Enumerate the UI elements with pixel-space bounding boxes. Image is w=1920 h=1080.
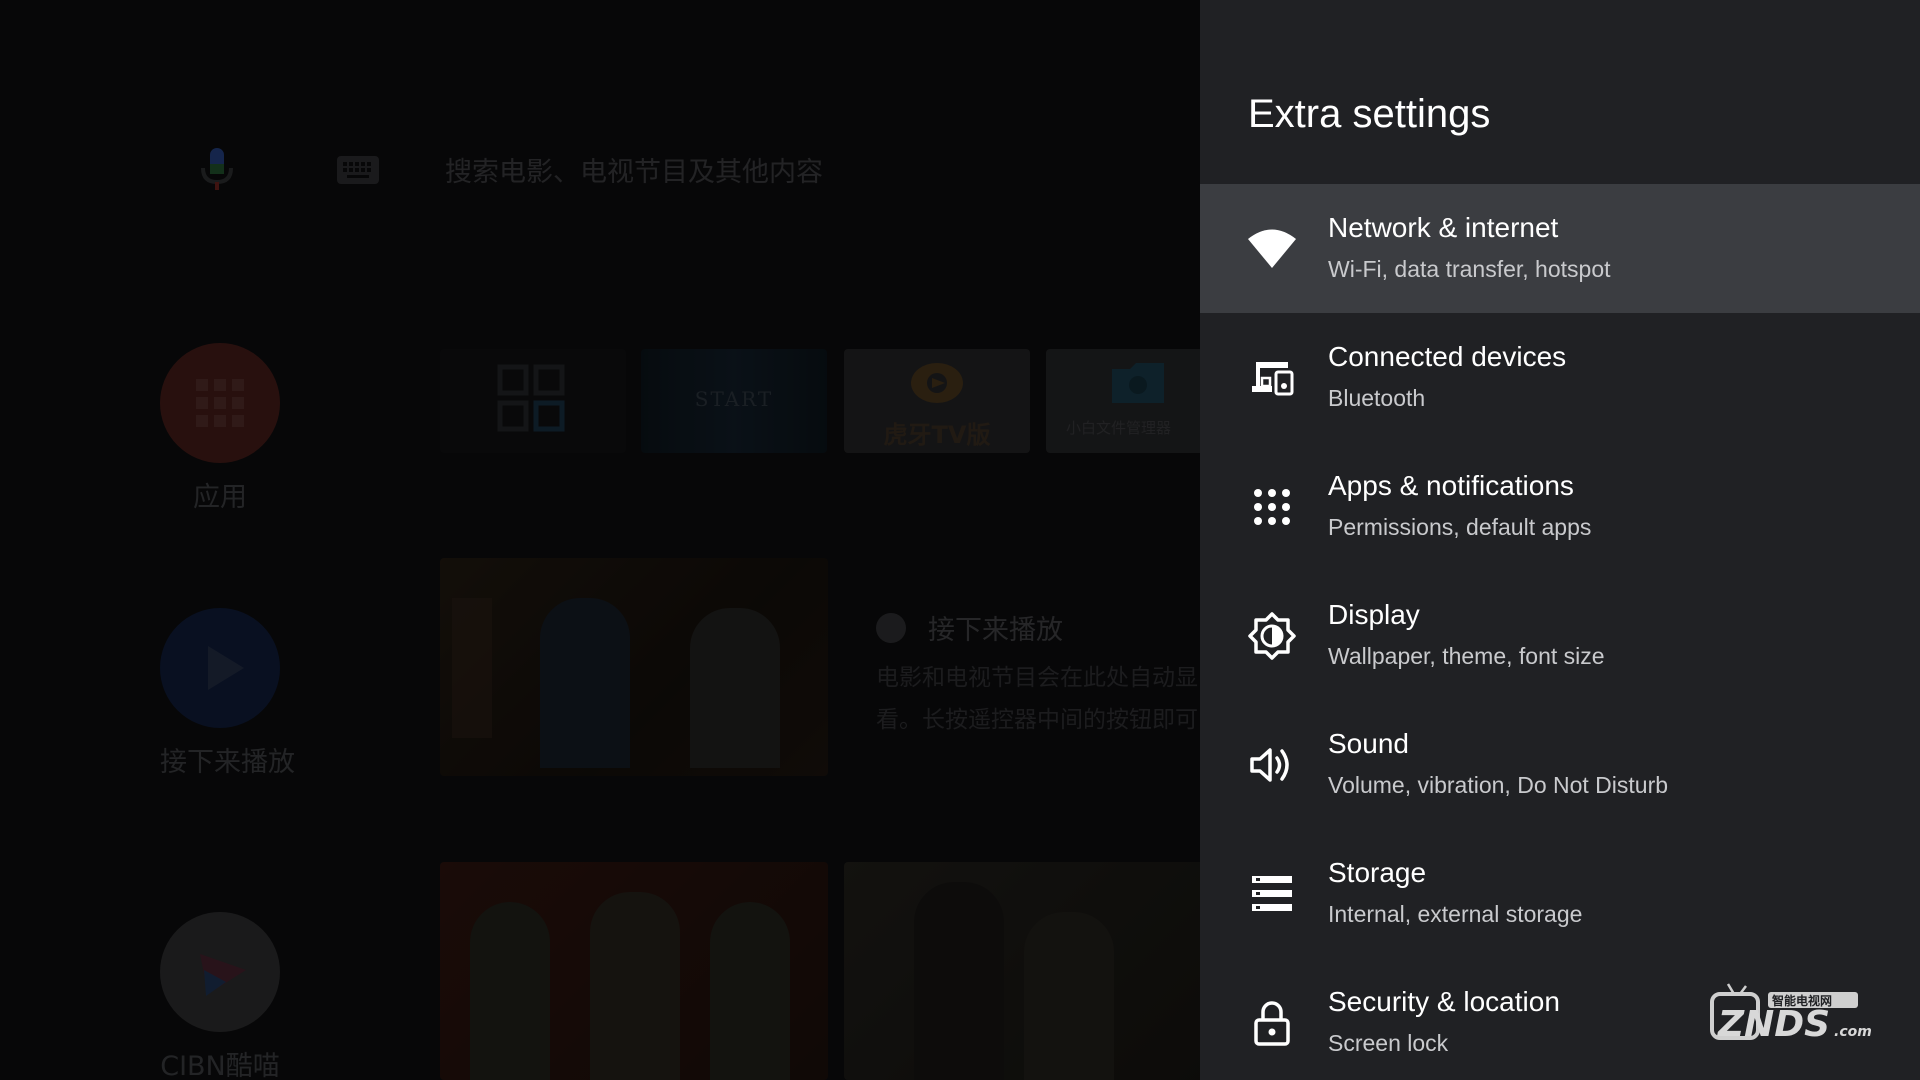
home-screen-background: 搜索电影、电视节目及其他内容 应用 接下来播放 CIBN酷喵 START 虎牙T… [0,0,1200,1080]
menu-item-apps-notifications[interactable]: Apps & notifications Permissions, defaul… [1200,442,1920,571]
menu-item-subtitle: Screen lock [1328,1030,1449,1056]
app-tile[interactable]: 虎牙TV版 [844,349,1030,453]
play-next-desc-line1: 电影和电视节目会在此处自动显 [876,665,1198,691]
menu-item-title: Network & internet [1328,212,1559,243]
menu-item-subtitle: Wallpaper, theme, font size [1328,643,1605,669]
menu-item-subtitle: Internal, external storage [1328,901,1583,927]
microphone-icon[interactable] [195,146,239,194]
menu-item-title: Storage [1328,857,1427,888]
menu-item-title: Apps & notifications [1328,470,1574,501]
play-next-title: 接下来播放 [928,615,1063,646]
speaker-icon [1246,739,1298,791]
cibn-logo-icon [160,912,280,1032]
menu-item-connected-devices[interactable]: Connected devices Bluetooth [1200,313,1920,442]
movie-poster[interactable] [440,558,828,776]
settings-menu: Network & internet Wi-Fi, data transfer,… [1200,184,1920,1080]
menu-item-subtitle: Wi-Fi, data transfer, hotspot [1328,256,1611,282]
movie-poster[interactable] [844,862,1200,1080]
grid-app-icon [497,364,565,432]
play-next-label: 接下来播放 [160,747,295,778]
lock-icon [1246,997,1298,1049]
movie-poster[interactable] [440,862,828,1080]
menu-item-display[interactable]: Display Wallpaper, theme, font size [1200,571,1920,700]
huya-logo-icon [911,363,963,403]
panel-title: Extra settings [1248,92,1491,136]
storage-icon [1246,868,1298,920]
menu-item-storage[interactable]: Storage Internal, external storage [1200,829,1920,958]
extra-settings-panel: Extra settings Network & internet Wi-Fi,… [1200,0,1920,1080]
cibn-label: CIBN酷喵 [160,1051,280,1080]
menu-item-title: Security & location [1328,986,1560,1017]
play-next-info: 接下来播放 电影和电视节目会在此处自动显 看。长按遥控器中间的按钮即可 [876,608,1200,741]
keyboard-icon[interactable] [337,156,379,184]
play-next-desc-line2: 看。长按遥控器中间的按钮即可 [876,707,1198,733]
watermark-suffix: .com [1834,1024,1872,1040]
file-manager-label: 小白文件管理器 [1066,419,1172,437]
menu-item-title: Sound [1328,728,1409,759]
folder-icon [1112,363,1164,403]
watermark-main: ZNDS [1717,1004,1830,1045]
cibn-app[interactable]: CIBN酷喵 [160,912,280,1080]
brightness-icon [1246,610,1298,662]
menu-item-sound[interactable]: Sound Volume, vibration, Do Not Disturb [1200,700,1920,829]
start-app-label: START [694,387,774,411]
menu-item-network[interactable]: Network & internet Wi-Fi, data transfer,… [1200,184,1920,313]
search-placeholder[interactable]: 搜索电影、电视节目及其他内容 [445,150,823,189]
menu-item-subtitle: Permissions, default apps [1328,514,1592,540]
app-tile[interactable]: 小白文件管理器 [1046,349,1200,453]
znds-watermark-logo: 智能电视网 ZNDS .com [1710,983,1872,1045]
menu-item-title: Connected devices [1328,341,1567,372]
apps-grid-icon [160,343,280,463]
wifi-icon [1246,223,1298,275]
play-next-shortcut[interactable]: 接下来播放 [160,608,295,779]
menu-item-subtitle: Volume, vibration, Do Not Disturb [1328,772,1669,798]
apps-launcher[interactable]: 应用 [160,343,280,514]
apps-launcher-label: 应用 [193,482,247,513]
apps-grid-icon [1246,481,1298,533]
menu-item-subtitle: Bluetooth [1328,385,1426,411]
app-tile[interactable]: START [641,349,827,453]
menu-item-title: Display [1328,599,1420,630]
play-circle-icon [876,612,906,643]
huya-app-label: 虎牙TV版 [883,421,991,449]
devices-icon [1246,352,1298,404]
app-tile[interactable] [440,349,626,453]
play-icon [160,608,280,728]
